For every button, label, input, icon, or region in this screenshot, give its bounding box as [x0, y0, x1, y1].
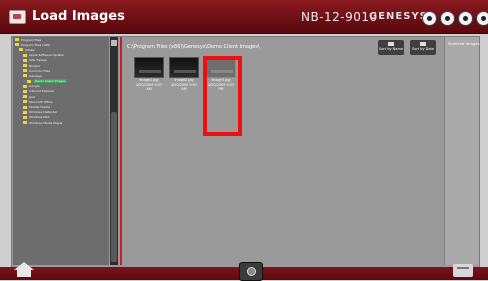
folder-icon	[19, 48, 23, 52]
tree-item-label: Microsoft Office	[29, 99, 53, 104]
sort-icon	[420, 42, 426, 46]
folder-icon	[27, 79, 31, 83]
tree-item-label: Mozilla Firefox	[29, 105, 51, 110]
folder-icon	[23, 89, 27, 93]
sort-by-date-label: Sort by Date	[411, 47, 435, 51]
folder-tree[interactable]: Program Files Program Files (x86) Adobe App…	[13, 37, 109, 265]
tree-scrollbar[interactable]	[110, 37, 118, 265]
help-icon	[427, 16, 432, 21]
tree-item-label: Program Files	[21, 37, 42, 42]
tools-icon[interactable]	[453, 264, 473, 277]
tree-item-label: Genesys	[29, 73, 42, 78]
divider	[120, 37, 122, 265]
close-icon	[481, 16, 486, 21]
sort-icon	[388, 42, 394, 46]
tree-item-label: Internet Explorer	[29, 89, 55, 94]
sort-by-date-button[interactable]: Sort by Date	[410, 40, 436, 55]
minimize-icon	[445, 16, 450, 21]
folder-icon	[23, 74, 27, 78]
image-thumbnail[interactable]: Image2.jpg 4/20/2009 9:07 AM	[169, 57, 199, 91]
window-title: Load Images	[32, 9, 125, 24]
help-button[interactable]	[422, 11, 437, 26]
folder-icon	[23, 84, 27, 88]
folder-icon	[23, 121, 27, 125]
selected-images-panel: Selected Images	[444, 37, 480, 265]
brand-logo: GENESYS	[369, 11, 428, 22]
maximize-button[interactable]	[458, 11, 473, 26]
folder-icon	[15, 38, 19, 42]
camera-icon[interactable]	[239, 262, 263, 281]
tree-item-label: Program Files (x86)	[21, 42, 51, 47]
tree-item-label: Google	[29, 84, 40, 89]
tree-item-label: Windows Media Player	[29, 120, 63, 125]
folder-icon	[15, 43, 19, 47]
folder-icon	[23, 95, 27, 99]
folder-icon	[23, 100, 27, 104]
minimize-button[interactable]	[440, 11, 455, 26]
close-button[interactable]	[476, 11, 488, 26]
tree-item-label: Java	[29, 94, 36, 99]
tree-item-label: Common Files	[29, 68, 51, 73]
selection-highlight	[203, 56, 242, 136]
folder-icon	[23, 110, 27, 114]
folder-icon	[23, 115, 27, 119]
path-bar: C:\Program Files (x86)\Genesys\Demo Clie…	[127, 44, 260, 50]
folder-icon	[23, 69, 27, 73]
tree-item-label: Windows Mail	[29, 115, 50, 120]
thumbnail-image	[134, 57, 164, 78]
sort-by-name-label: Sort by Name	[378, 47, 404, 51]
thumbnail-date: 4/20/2009 9:07 AM	[135, 82, 163, 92]
folder-icon	[23, 58, 27, 62]
tree-item-label: Demo Client Images	[33, 79, 68, 84]
image-icon	[9, 10, 26, 24]
title-bar: Load Images NB-12-9010 GENESYS	[0, 0, 488, 34]
selected-images-title: Selected Images	[448, 41, 480, 46]
folder-icon	[23, 105, 27, 109]
scroll-up-arrow-icon[interactable]	[111, 40, 117, 46]
tree-item-label: Apple Software Update	[29, 53, 64, 58]
tree-item-label: Windows Defender	[29, 110, 58, 115]
home-icon[interactable]	[14, 262, 34, 278]
sort-by-name-button[interactable]: Sort by Name	[378, 40, 404, 55]
thumbnail-image	[169, 57, 199, 78]
maximize-icon	[463, 16, 468, 21]
tree-item[interactable]: Windows Media Player	[13, 120, 109, 125]
tree-item-label: Bonjour	[29, 63, 41, 68]
folder-icon	[23, 64, 27, 68]
image-thumbnail[interactable]: Image1.jpg 4/20/2009 9:07 AM	[134, 57, 164, 91]
thumbnail-date: 4/20/2009 9:07 AM	[170, 82, 198, 92]
scroll-thumb[interactable]	[111, 112, 117, 262]
tree-item-label: Adobe	[25, 47, 35, 52]
window-controls	[422, 11, 488, 26]
model-number: NB-12-9010	[301, 10, 378, 24]
folder-icon	[23, 53, 27, 57]
tree-item-label: AVG Tuneup	[29, 58, 48, 63]
